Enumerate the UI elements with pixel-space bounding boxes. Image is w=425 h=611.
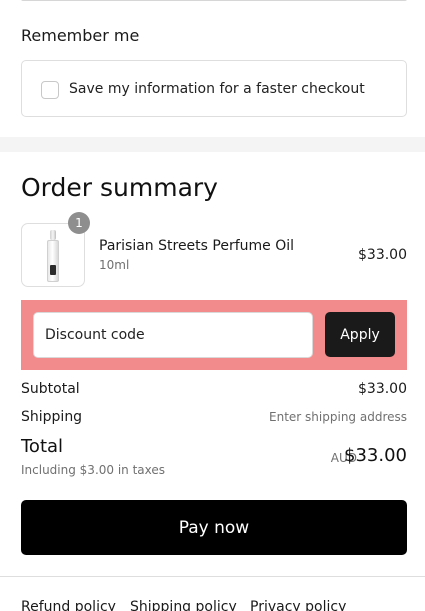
footer-divider [0,576,425,577]
refund-policy-link[interactable]: Refund policy [21,597,116,611]
remember-me-box: Save my information for a faster checkou… [21,60,407,117]
shipping-policy-link[interactable]: Shipping policy [130,597,237,611]
discount-code-input[interactable] [33,312,313,358]
remember-me-heading: Remember me [21,26,140,45]
privacy-policy-link[interactable]: Privacy policy [250,597,346,611]
product-price: $33.00 [358,247,407,263]
subtotal-value: $33.00 [358,381,407,397]
quantity-badge: 1 [68,212,90,234]
product-name: Parisian Streets Perfume Oil [99,238,295,254]
pay-now-button[interactable]: Pay now [21,500,407,555]
tax-note: Including $3.00 in taxes [21,463,166,477]
perfume-bottle-image [47,230,59,282]
save-info-checkbox[interactable] [41,81,59,99]
total-value: $33.00 [344,445,407,466]
total-label: Total [21,436,64,457]
previous-field-bottom-edge [21,0,407,1]
save-info-label[interactable]: Save my information for a faster checkou… [69,79,365,99]
discount-section: Apply [21,300,407,370]
section-divider [0,137,425,152]
product-variant: 10ml [99,258,130,272]
shipping-label: Shipping [21,409,83,425]
apply-discount-button[interactable]: Apply [325,312,395,357]
shipping-value: Enter shipping address [269,410,407,424]
subtotal-label: Subtotal [21,381,80,397]
order-summary-heading: Order summary [21,173,218,202]
